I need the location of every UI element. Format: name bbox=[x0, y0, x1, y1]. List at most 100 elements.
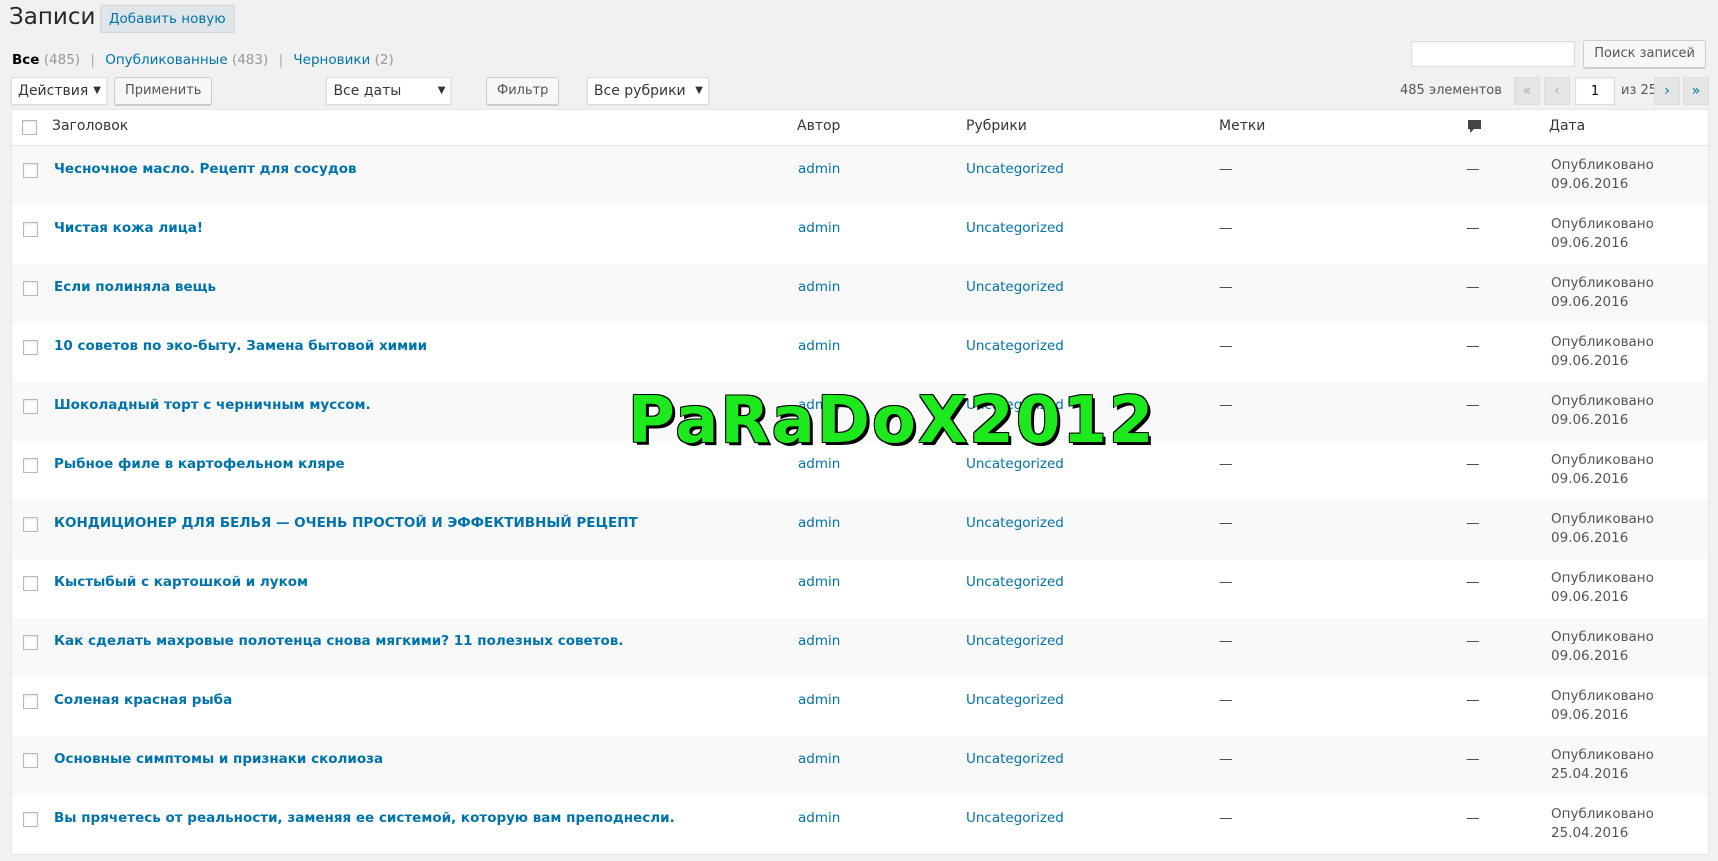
post-category-link[interactable]: Uncategorized bbox=[966, 161, 1064, 177]
row-checkbox[interactable] bbox=[23, 340, 38, 355]
post-author-link[interactable]: admin bbox=[798, 220, 840, 236]
post-author-link[interactable]: admin bbox=[798, 692, 840, 708]
search-posts-button[interactable]: Поиск записей bbox=[1583, 40, 1706, 68]
apply-button[interactable]: Применить bbox=[114, 77, 213, 105]
post-title-link[interactable]: Вы прячетесь от реальности, заменяя ее с… bbox=[54, 810, 675, 826]
first-page-button[interactable]: « bbox=[1514, 77, 1540, 105]
post-author-link[interactable]: admin bbox=[798, 279, 840, 295]
post-author-link[interactable]: admin bbox=[798, 338, 840, 354]
last-page-button[interactable]: » bbox=[1683, 77, 1709, 105]
dates-filter-select[interactable]: Все даты ▼ bbox=[326, 77, 452, 105]
post-category-link[interactable]: Uncategorized bbox=[966, 279, 1064, 295]
post-title-link[interactable]: Соленая красная рыба bbox=[54, 692, 232, 708]
post-comments: — bbox=[1466, 574, 1480, 590]
post-date-value: 25.04.2016 bbox=[1551, 825, 1629, 841]
table-row: Основные симптомы и признаки сколиоза adm… bbox=[12, 736, 1708, 795]
row-checkbox[interactable] bbox=[23, 694, 38, 709]
post-tags: — bbox=[1219, 810, 1233, 826]
post-status: Опубликовано bbox=[1551, 629, 1654, 645]
post-title-link[interactable]: Как сделать махровые полотенца снова мяг… bbox=[54, 633, 623, 649]
next-page-button[interactable]: › bbox=[1654, 77, 1680, 105]
dates-filter-value: Все даты bbox=[333, 83, 402, 99]
post-status: Опубликовано bbox=[1551, 157, 1654, 173]
add-new-button[interactable]: Добавить новую bbox=[100, 5, 235, 33]
view-drafts[interactable]: Черновики (2) bbox=[293, 52, 393, 68]
post-status: Опубликовано bbox=[1551, 216, 1654, 232]
post-status: Опубликовано bbox=[1551, 688, 1654, 704]
post-category-link[interactable]: Uncategorized bbox=[966, 633, 1064, 649]
bulk-actions-select[interactable]: Действия ▼ bbox=[11, 77, 107, 105]
view-drafts-label[interactable]: Черновики bbox=[293, 52, 370, 68]
post-author-link[interactable]: admin bbox=[798, 751, 840, 767]
post-date-value: 09.06.2016 bbox=[1551, 530, 1629, 546]
post-category-link[interactable]: Uncategorized bbox=[966, 574, 1064, 590]
post-title-link[interactable]: Кыстыбый с картошкой и луком bbox=[54, 574, 308, 590]
post-title-link[interactable]: Чистая кожа лица! bbox=[54, 220, 203, 236]
tablenav-top: Действия ▼ Применить Все даты ▼ Все рубр… bbox=[11, 77, 709, 107]
post-title-link[interactable]: 10 советов по эко-быту. Замена бытовой х… bbox=[54, 338, 427, 354]
post-date: Опубликовано 09.06.2016 bbox=[1551, 333, 1654, 371]
post-category-link[interactable]: Uncategorized bbox=[966, 397, 1064, 413]
current-page-input[interactable] bbox=[1575, 77, 1615, 105]
dropdown-arrow-icon: ▼ bbox=[437, 85, 446, 96]
comments-column-icon[interactable] bbox=[1467, 119, 1482, 139]
row-checkbox[interactable] bbox=[23, 163, 38, 178]
post-author-link[interactable]: admin bbox=[798, 574, 840, 590]
post-comments: — bbox=[1466, 279, 1480, 295]
view-all-label[interactable]: Все bbox=[12, 52, 39, 68]
post-title-link[interactable]: Основные симптомы и признаки сколиоза bbox=[54, 751, 383, 767]
post-author-link[interactable]: admin bbox=[798, 515, 840, 531]
row-checkbox[interactable] bbox=[23, 281, 38, 296]
post-title-link[interactable]: Шоколадный торт с черничным муссом. bbox=[54, 397, 371, 413]
row-checkbox[interactable] bbox=[23, 753, 38, 768]
post-date: Опубликовано 25.04.2016 bbox=[1551, 805, 1654, 843]
post-date-value: 09.06.2016 bbox=[1551, 412, 1629, 428]
post-title-link[interactable]: КОНДИЦИОНЕР ДЛЯ БЕЛЬЯ — ОЧЕНЬ ПРОСТОЙ И … bbox=[54, 515, 638, 531]
post-category-link[interactable]: Uncategorized bbox=[966, 220, 1064, 236]
post-category-link[interactable]: Uncategorized bbox=[966, 810, 1064, 826]
post-author-link[interactable]: admin bbox=[798, 633, 840, 649]
post-category-link[interactable]: Uncategorized bbox=[966, 692, 1064, 708]
post-title-link[interactable]: Если полиняла вещь bbox=[54, 279, 216, 295]
column-categories-header: Рубрики bbox=[966, 118, 1027, 134]
post-tags: — bbox=[1219, 220, 1233, 236]
table-row: Рыбное филе в картофельном кляре admin Unc… bbox=[12, 441, 1708, 500]
categories-filter-value: Все рубрики bbox=[593, 83, 686, 99]
row-checkbox[interactable] bbox=[23, 458, 38, 473]
row-checkbox[interactable] bbox=[23, 576, 38, 591]
row-checkbox[interactable] bbox=[23, 399, 38, 414]
view-published[interactable]: Опубликованные (483) bbox=[105, 52, 272, 68]
row-checkbox[interactable] bbox=[23, 222, 38, 237]
dropdown-arrow-icon: ▼ bbox=[93, 85, 101, 96]
view-published-label[interactable]: Опубликованные bbox=[105, 52, 227, 68]
column-date-header[interactable]: Дата bbox=[1549, 118, 1585, 134]
post-category-link[interactable]: Uncategorized bbox=[966, 751, 1064, 767]
table-row: Кыстыбый с картошкой и луком admin Uncateg… bbox=[12, 559, 1708, 618]
row-checkbox[interactable] bbox=[23, 812, 38, 827]
dropdown-arrow-icon: ▼ bbox=[695, 85, 703, 96]
post-author-link[interactable]: admin bbox=[798, 810, 840, 826]
post-comments: — bbox=[1466, 456, 1480, 472]
post-author-link[interactable]: admin bbox=[798, 161, 840, 177]
post-title-link[interactable]: Чесночное масло. Рецепт для сосудов bbox=[54, 161, 357, 177]
post-category-link[interactable]: Uncategorized bbox=[966, 338, 1064, 354]
post-category-link[interactable]: Uncategorized bbox=[966, 515, 1064, 531]
categories-filter-select[interactable]: Все рубрики ▼ bbox=[586, 77, 709, 105]
post-author-link[interactable]: admin bbox=[798, 456, 840, 472]
prev-page-button[interactable]: ‹ bbox=[1544, 77, 1570, 105]
post-author-link[interactable]: admin bbox=[798, 397, 840, 413]
post-tags: — bbox=[1219, 574, 1233, 590]
row-checkbox[interactable] bbox=[23, 517, 38, 532]
view-all[interactable]: Все (485) bbox=[12, 52, 84, 68]
row-checkbox[interactable] bbox=[23, 635, 38, 650]
search-box: Поиск записей bbox=[1410, 40, 1706, 68]
select-all-checkbox[interactable] bbox=[22, 120, 37, 135]
views-separator: | bbox=[278, 52, 284, 68]
post-tags: — bbox=[1219, 456, 1233, 472]
post-category-link[interactable]: Uncategorized bbox=[966, 456, 1064, 472]
post-title-link[interactable]: Рыбное филе в картофельном кляре bbox=[54, 456, 345, 472]
filter-button[interactable]: Фильтр bbox=[486, 77, 560, 105]
search-input[interactable] bbox=[1410, 41, 1575, 67]
column-title-header[interactable]: Заголовок bbox=[52, 118, 128, 134]
post-date-value: 09.06.2016 bbox=[1551, 648, 1629, 664]
